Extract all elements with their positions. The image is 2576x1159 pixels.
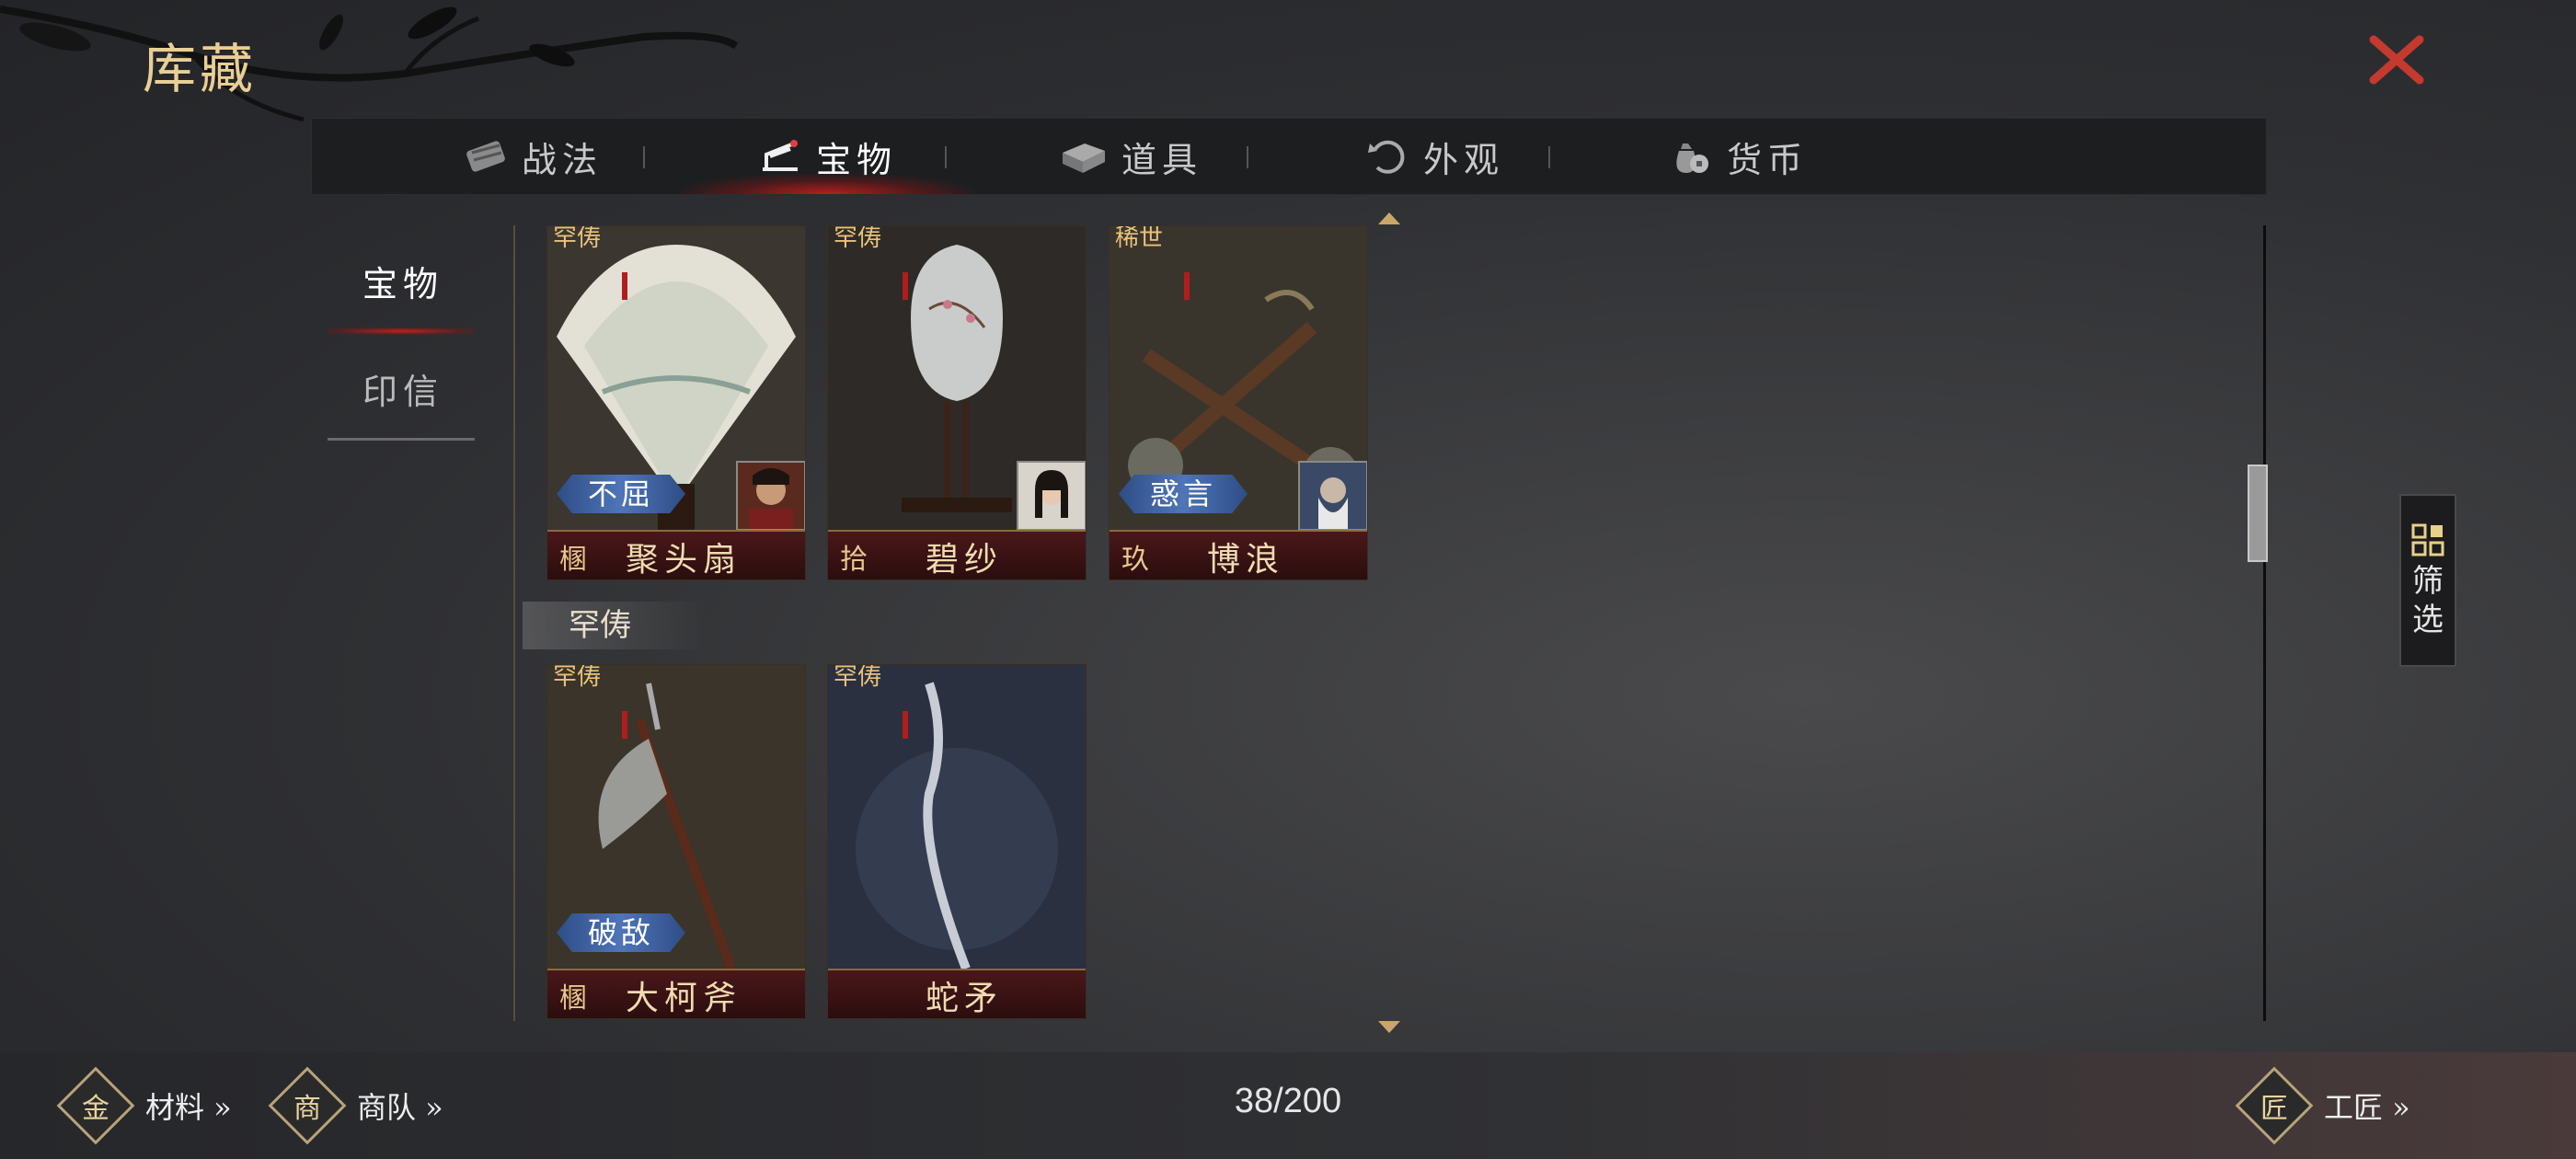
treasure-card[interactable]: 稀世 惑言 玖 博浪 — [1109, 225, 1368, 580]
scrollbar-thumb[interactable] — [2248, 465, 2268, 562]
scroll-track — [2263, 225, 2266, 1021]
caravan-icon: 商 — [268, 1066, 347, 1145]
tab-label: 货币 — [1726, 139, 1808, 180]
sidebar-divider — [328, 438, 475, 441]
tab-label: 道具 — [1121, 139, 1202, 180]
rarity-badge: 罕俦 — [834, 225, 882, 252]
sidebar-item-seal[interactable]: 印信 — [331, 363, 475, 414]
treasure-name: 碧纱 — [925, 541, 1003, 579]
tassel-decoration — [903, 272, 908, 300]
grade-icon: 玖 — [1121, 544, 1149, 576]
treasure-card[interactable]: 罕俦 蛇矛 — [827, 664, 1087, 1019]
treasure-card[interactable]: 罕俦 破敌 㮯 大柯斧 — [546, 664, 806, 1019]
filter-button[interactable]: 筛选 — [2399, 494, 2456, 667]
panel-left-border — [513, 225, 515, 1021]
treasure-name: 大柯斧 — [625, 980, 742, 1017]
tab-divider — [1247, 146, 1248, 168]
tab-currency[interactable]: 货币 — [1627, 119, 1848, 194]
tab-label: 外观 — [1422, 139, 1504, 180]
sidebar-item-treasure[interactable]: 宝物 — [331, 256, 475, 306]
money-bag-icon — [1676, 143, 1708, 173]
page-title: 库藏 — [143, 38, 258, 100]
treasure-card[interactable]: 罕俦 拾 碧纱 — [827, 225, 1087, 580]
tab-label: 战法 — [521, 139, 603, 180]
tab-items[interactable]: 道具 — [1020, 119, 1241, 194]
treasure-name: 蛇矛 — [925, 980, 1003, 1017]
appearance-icon — [1367, 140, 1405, 174]
grade-icon: 㮯 — [559, 982, 587, 1015]
card-name-bar: 㮯 聚头扇 — [547, 530, 805, 580]
materials-label: 材料 » — [145, 1090, 232, 1125]
card-name-bar: 蛇矛 — [828, 969, 1086, 1018]
tassel-decoration — [622, 711, 627, 739]
scroll-icon — [466, 141, 505, 172]
card-name-bar: 拾 碧纱 — [828, 530, 1086, 580]
craftsman-icon: 匠 — [2235, 1066, 2314, 1145]
skill-tag: 惑言 — [1119, 475, 1248, 513]
tab-label: 宝物 — [815, 139, 897, 180]
craftsman-button[interactable]: 匠 工匠 » — [2235, 1052, 2410, 1159]
grade-icon: 㮯 — [559, 544, 587, 576]
tab-bar: 战法 宝物 道具 外观 货币 — [311, 118, 2267, 195]
tab-divider — [945, 146, 947, 168]
rarity-badge: 罕俦 — [553, 225, 602, 252]
materials-button[interactable]: 金 材料 » — [56, 1052, 232, 1159]
materials-icon: 金 — [56, 1066, 135, 1145]
treasure-name: 聚头扇 — [625, 541, 742, 579]
general-portrait — [1298, 461, 1367, 531]
craftsman-label: 工匠 » — [2324, 1090, 2410, 1125]
treasure-name: 博浪 — [1206, 541, 1284, 579]
tassel-decoration — [622, 272, 627, 300]
skill-tag: 破敌 — [557, 913, 685, 952]
skill-tag: 不屈 — [557, 475, 685, 513]
card-name-bar: 㮯 大柯斧 — [547, 969, 805, 1018]
general-portrait — [736, 461, 805, 531]
treasure-icon — [762, 140, 798, 171]
grade-icon: 拾 — [840, 544, 868, 576]
tassel-decoration — [903, 711, 908, 739]
scroll-up-icon[interactable] — [1376, 210, 1402, 226]
tab-treasure[interactable]: 宝物 — [680, 119, 974, 194]
rarity-badge: 稀世 — [1115, 225, 1164, 252]
filter-label: 筛选 — [2412, 563, 2444, 638]
tab-tactics[interactable]: 战法 — [422, 119, 643, 194]
grid-icon — [2411, 523, 2444, 557]
caravan-label: 商队 » — [357, 1090, 443, 1125]
treasure-card[interactable]: 罕俦 不屈 㮯 聚头扇 — [546, 225, 806, 580]
caravan-button[interactable]: 商 商队 » — [268, 1052, 443, 1159]
sidebar-active-indicator — [328, 327, 475, 335]
rarity-badge: 罕俦 — [834, 664, 882, 691]
rarity-badge: 罕俦 — [553, 664, 602, 691]
item-box-icon — [1062, 143, 1105, 173]
section-label: 罕俦 — [523, 602, 707, 649]
close-icon — [2369, 35, 2424, 85]
close-button[interactable] — [2360, 28, 2433, 92]
tab-divider — [1548, 146, 1550, 168]
general-portrait — [1017, 461, 1086, 531]
item-count: 38/200 — [1234, 1082, 1342, 1120]
scroll-down-icon[interactable] — [1376, 1019, 1402, 1036]
card-name-bar: 玖 博浪 — [1110, 530, 1367, 580]
tab-appearance[interactable]: 外观 — [1324, 119, 1545, 194]
tassel-decoration — [1184, 272, 1190, 300]
tab-divider — [643, 146, 645, 168]
